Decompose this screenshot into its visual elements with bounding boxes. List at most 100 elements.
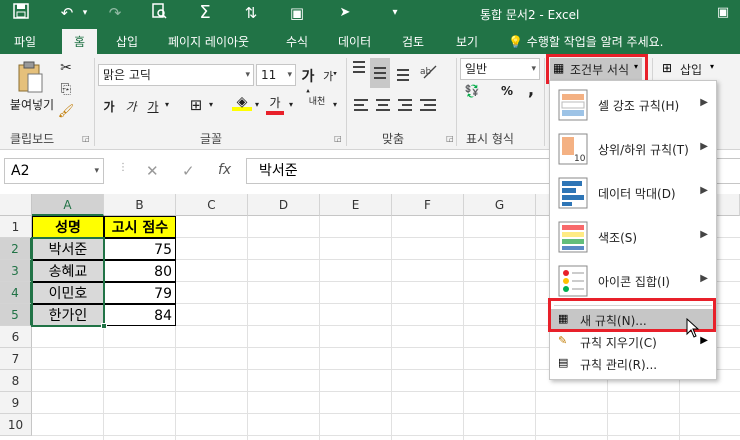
chevron-down-icon[interactable]: ▾: [330, 100, 340, 109]
menu-item-top-bottom-rules[interactable]: 10 상위/하위 규칙(T) ▶: [550, 127, 716, 171]
autosum-icon[interactable]: Σ: [194, 3, 216, 23]
tab-insert[interactable]: 삽입: [116, 33, 138, 50]
cell-b2[interactable]: 75: [104, 238, 176, 260]
chevron-down-icon[interactable]: ▾: [162, 100, 172, 109]
font-launcher-icon[interactable]: ◲: [334, 134, 342, 143]
print-preview-icon[interactable]: [148, 3, 170, 23]
divider: [94, 58, 95, 146]
row-header-3[interactable]: 3: [0, 260, 32, 282]
align-top-icon[interactable]: [350, 58, 368, 84]
row-header-9[interactable]: 9: [0, 392, 32, 414]
borders-icon[interactable]: ⊞: [186, 96, 206, 114]
font-name-select[interactable]: 맑은 고딕 ▾: [98, 64, 254, 86]
align-middle-icon[interactable]: [370, 58, 390, 88]
column-header-d[interactable]: D: [248, 194, 320, 216]
font-color-button[interactable]: 가: [266, 94, 284, 115]
fill-color-icon[interactable]: ◈: [232, 94, 252, 111]
manage-rules-icon: ▤: [558, 356, 569, 369]
cell-b1[interactable]: 고시 점수: [104, 216, 176, 238]
comma-button[interactable]: ,: [524, 80, 538, 99]
accounting-format-icon[interactable]: 💱: [462, 84, 482, 98]
cell-a1[interactable]: 성명: [32, 216, 104, 238]
row-header-8[interactable]: 8: [0, 370, 32, 392]
select-all-corner[interactable]: [0, 194, 32, 216]
menu-item-manage-rules[interactable]: ▤ 규칙 관리(R)...: [550, 353, 716, 375]
paste-label[interactable]: 붙여넣기: [4, 96, 60, 113]
chevron-right-icon: ▶: [700, 229, 708, 240]
tab-file[interactable]: 파일: [14, 33, 36, 50]
macro-icon[interactable]: ▣: [286, 3, 308, 23]
color-scales-icon: [558, 221, 588, 253]
fill-handle[interactable]: [101, 323, 107, 329]
save-icon[interactable]: [10, 3, 32, 23]
copy-icon[interactable]: ⎘: [56, 82, 76, 97]
chevron-down-icon[interactable]: ▾: [206, 100, 216, 109]
pointer-icon[interactable]: ➤: [334, 3, 356, 23]
percent-button[interactable]: %: [500, 84, 514, 98]
undo-dropdown-icon[interactable]: ▾: [74, 3, 96, 23]
column-header-f[interactable]: F: [392, 194, 464, 216]
column-header-g[interactable]: G: [464, 194, 536, 216]
name-box[interactable]: A2 ▾: [4, 158, 104, 184]
paste-button[interactable]: [12, 60, 48, 100]
ribbon-tabs: 파일 홈 삽입 페이지 레이아웃 수식 데이터 검토 보기 💡 수행할 작업을 …: [0, 26, 740, 54]
mouse-cursor-icon: [686, 317, 700, 342]
italic-button[interactable]: 가: [124, 98, 138, 115]
tell-me-search[interactable]: 💡 수행할 작업을 알려 주세요.: [508, 33, 663, 50]
insert-cells-label: 삽입: [680, 63, 703, 77]
row-header-10[interactable]: 10: [0, 414, 32, 436]
font-size-select[interactable]: 11 ▾: [256, 64, 296, 86]
chevron-down-icon[interactable]: ▾: [252, 100, 262, 109]
row-header-1[interactable]: 1: [0, 216, 32, 238]
tab-page-layout[interactable]: 페이지 레이아웃: [168, 33, 249, 50]
chevron-down-icon: ▾: [531, 64, 536, 74]
column-header-c[interactable]: C: [176, 194, 248, 216]
phonetic-button[interactable]: 내천: [306, 94, 328, 107]
window-title: 통합 문서2 - Excel: [480, 8, 580, 22]
row-header-2[interactable]: 2: [0, 238, 32, 260]
menu-item-icon-sets[interactable]: 아이콘 집합(I) ▶: [550, 259, 716, 303]
row-header-7[interactable]: 7: [0, 348, 32, 370]
cut-icon[interactable]: ✂: [56, 60, 76, 76]
cancel-formula-icon[interactable]: ✕: [146, 162, 159, 180]
chevron-down-icon: ▾: [94, 166, 99, 176]
row-header-6[interactable]: 6: [0, 326, 32, 348]
column-header-b[interactable]: B: [104, 194, 176, 216]
row-header-5[interactable]: 5: [0, 304, 32, 326]
redo-icon[interactable]: ↷: [104, 3, 126, 23]
row-header-4[interactable]: 4: [0, 282, 32, 304]
number-format-value: 일반: [465, 62, 488, 76]
column-header-e[interactable]: E: [320, 194, 392, 216]
enter-formula-icon[interactable]: ✓: [182, 162, 195, 180]
cell-b4[interactable]: 79: [104, 282, 176, 304]
menu-item-color-scales[interactable]: 색조(S) ▶: [550, 215, 716, 259]
insert-cells-button[interactable]: ⊞ 삽입 ▾: [660, 60, 732, 82]
customize-qat-icon[interactable]: ▾: [384, 3, 406, 23]
alignment-group-label: 맞춤: [382, 132, 405, 146]
tab-home[interactable]: 홈: [62, 29, 98, 54]
tab-view[interactable]: 보기: [456, 33, 478, 50]
chevron-down-icon[interactable]: ▾: [286, 100, 296, 109]
paste-icon: [18, 61, 43, 93]
sort-icon[interactable]: ⇅: [240, 3, 262, 23]
tab-review[interactable]: 검토: [402, 33, 424, 50]
cell-b5[interactable]: 84: [104, 304, 176, 326]
orientation-icon[interactable]: ab: [418, 58, 440, 84]
alignment-launcher-icon[interactable]: ◲: [446, 134, 454, 143]
number-format-select[interactable]: 일반 ▾: [460, 58, 540, 80]
align-bottom-icon[interactable]: [394, 58, 412, 84]
cell-b3[interactable]: 80: [104, 260, 176, 282]
tab-data[interactable]: 데이터: [338, 33, 371, 50]
underline-button[interactable]: 가: [146, 98, 160, 115]
menu-item-highlight-cells-rules[interactable]: 셀 강조 규칙(H) ▶: [550, 83, 716, 127]
icon-sets-icon: [558, 265, 588, 297]
insert-function-icon[interactable]: fx: [218, 162, 231, 178]
tab-formulas[interactable]: 수식: [286, 33, 308, 50]
shrink-font-button[interactable]: 가▾: [322, 68, 338, 84]
column-header-a[interactable]: A: [32, 194, 104, 216]
clipboard-launcher-icon[interactable]: ◲: [82, 134, 90, 143]
bold-button[interactable]: 가: [102, 98, 116, 115]
ribbon-display-icon[interactable]: ▣: [712, 3, 734, 23]
format-painter-icon[interactable]: 🖌: [56, 104, 76, 119]
menu-item-data-bars[interactable]: 데이터 막대(D) ▶: [550, 171, 716, 215]
